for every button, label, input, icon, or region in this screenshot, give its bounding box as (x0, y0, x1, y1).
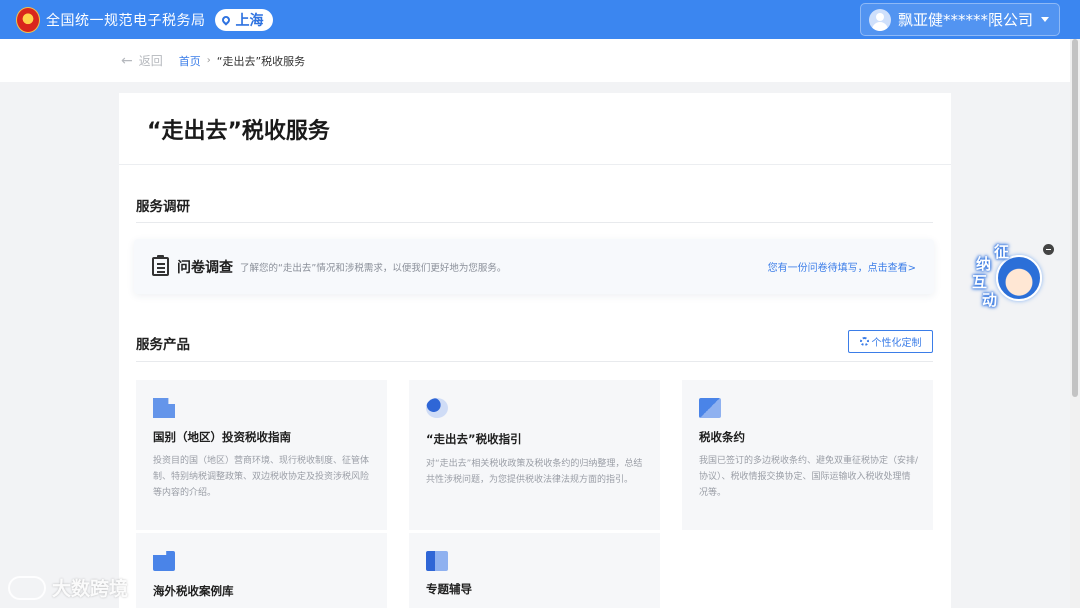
assistant-label-char: 动 (982, 291, 998, 309)
topic-icon (426, 551, 448, 571)
location-pin-icon (219, 13, 232, 26)
watermark-text: 大数跨境 (52, 578, 129, 600)
personalize-button-label: 个性化定制 (871, 338, 922, 349)
card-title: 税收条约 (699, 430, 745, 444)
divider (136, 361, 933, 362)
user-menu[interactable]: 飘亚健******限公司 (860, 3, 1060, 36)
back-arrow-icon[interactable]: ← (121, 53, 133, 69)
survey-link[interactable]: 您有一份问卷待填写，点击查看> (768, 259, 916, 274)
breadcrumb: ← 返回 首页 › “走出去”税收服务 (0, 39, 1070, 82)
personalize-button[interactable]: 个性化定制 (848, 330, 933, 353)
user-name: 飘亚健******限公司 (898, 11, 1034, 29)
gear-icon (859, 337, 869, 346)
card-title: 国别（地区）投资税收指南 (153, 430, 291, 444)
breadcrumb-home-link[interactable]: 首页 (179, 53, 201, 69)
top-bar: 全国统一规范电子税务局 上海 飘亚健******限公司 (0, 0, 1080, 39)
card-title: “走出去”税收指引 (426, 432, 522, 446)
treaty-icon (699, 398, 721, 418)
survey-description: 了解您的“走出去”情况和涉税需求，以便我们更好地为您服务。 (240, 262, 507, 274)
case-library-icon (153, 551, 175, 571)
product-card-going-out-guide[interactable]: “走出去”税收指引 对“走出去”相关税收政策及税收条约的归纳整理，总结共性涉税问… (409, 380, 660, 530)
avatar (869, 8, 891, 31)
site-title[interactable]: 全国统一规范电子税务局 (46, 10, 206, 30)
region-selector[interactable]: 上海 (214, 8, 273, 31)
card-description: 我国已签订的多边税收条约、避免双重征税协定（安排/协议）、税收情报交换协定、国际… (699, 456, 919, 498)
section-title-products: 服务产品 (136, 337, 190, 353)
interaction-assistant[interactable]: 征 纳 互 动 (972, 243, 1054, 311)
region-label: 上海 (235, 12, 264, 29)
product-card-case-library[interactable]: 海外税收案例库 (136, 533, 387, 608)
minimize-icon[interactable] (1043, 244, 1054, 255)
product-card-investment-guide[interactable]: 国别（地区）投资税收指南 投资目的国（地区）营商环境、现行税收制度、征管体制、特… (136, 380, 387, 530)
assistant-label-char: 征 (994, 243, 1010, 261)
guide-icon (426, 398, 448, 418)
watermark: 大数跨境 (8, 574, 128, 601)
card-description: 对“走出去”相关税收政策及税收条约的归纳整理，总结共性涉税问题，为您提供税收法律… (426, 459, 643, 485)
breadcrumb-separator: › (206, 55, 211, 66)
card-title: 专题辅导 (426, 582, 472, 596)
survey-title: 问卷调查 (177, 259, 233, 276)
main-panel: “走出去”税收服务 服务调研 问卷调查 了解您的“走出去”情况和涉税需求，以便我… (119, 93, 951, 608)
scrollbar-thumb[interactable] (1072, 39, 1078, 397)
national-emblem-icon (16, 6, 40, 33)
guide-icon (153, 398, 175, 418)
card-description: 投资目的国（地区）营商环境、现行税收制度、征管体制、特别纳税调整政策、双边税收协… (153, 456, 370, 498)
scrollbar[interactable] (1070, 39, 1080, 608)
chevron-down-icon (1041, 17, 1050, 22)
section-title-research: 服务调研 (136, 199, 190, 215)
back-button[interactable]: 返回 (139, 52, 163, 69)
watermark-logo-icon (8, 575, 46, 600)
divider (119, 164, 951, 165)
product-card-tax-treaty[interactable]: 税收条约 我国已签订的多边税收条约、避免双重征税协定（安排/协议）、税收情报交换… (682, 380, 933, 530)
divider (136, 222, 933, 223)
clipboard-icon (152, 255, 169, 276)
breadcrumb-current: “走出去”税收服务 (216, 54, 306, 68)
product-card-topic-guidance[interactable]: 专题辅导 (409, 533, 660, 608)
page-title: “走出去”税收服务 (147, 119, 330, 144)
card-title: 海外税收案例库 (153, 584, 234, 598)
survey-card[interactable]: 问卷调查 了解您的“走出去”情况和涉税需求，以便我们更好地为您服务。 您有一份问… (134, 239, 934, 294)
